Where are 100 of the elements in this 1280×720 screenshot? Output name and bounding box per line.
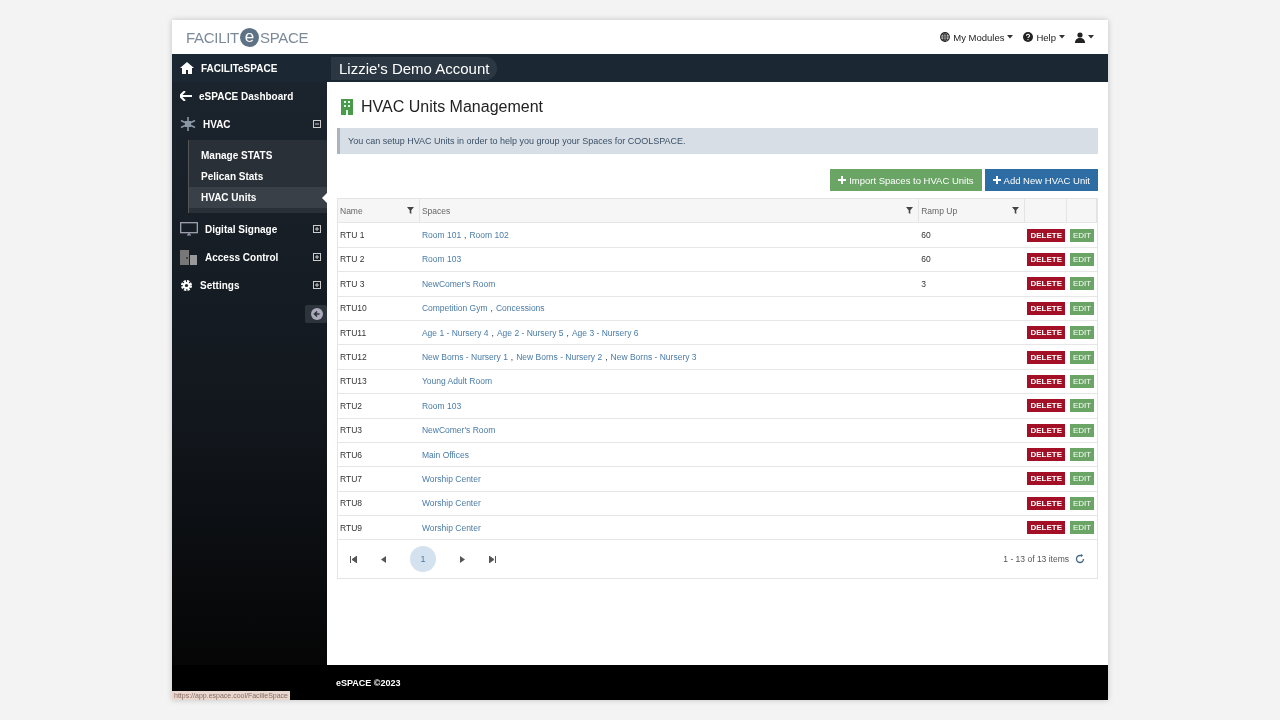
edit-button[interactable]: EDIT: [1069, 252, 1095, 266]
space-link[interactable]: Age 2 - Nursery 5: [496, 327, 564, 338]
table-cell: RTU9: [340, 522, 363, 533]
space-link[interactable]: New Borns - Nursery 1: [421, 352, 508, 363]
space-link[interactable]: Main Offices: [421, 449, 469, 460]
edit-button[interactable]: EDIT: [1069, 521, 1095, 535]
space-link[interactable]: Young Adult Room: [421, 376, 492, 387]
space-link[interactable]: Competition Gym: [421, 303, 488, 314]
edit-button[interactable]: EDIT: [1069, 374, 1095, 388]
collapse-sidebar-icon[interactable]: [305, 305, 327, 323]
delete-button[interactable]: DELETE: [1027, 521, 1066, 535]
collapse-icon[interactable]: [313, 120, 321, 128]
space-link[interactable]: Worship Center: [421, 522, 481, 533]
caret-icon: [1088, 35, 1094, 39]
filter-icon[interactable]: [1012, 207, 1020, 215]
caret-icon: [1007, 35, 1014, 39]
space-link[interactable]: NewComer's Room: [421, 278, 496, 289]
delete-button[interactable]: DELETE: [1027, 423, 1066, 437]
delete-button[interactable]: DELETE: [1027, 326, 1066, 340]
column-header[interactable]: Spaces: [421, 205, 451, 216]
submenu-item[interactable]: Manage STATS: [189, 145, 327, 166]
page-button[interactable]: 1: [410, 546, 436, 573]
sidebar-header[interactable]: FACILITeSPACE: [172, 54, 327, 82]
last-page-icon[interactable]: [489, 555, 496, 563]
separator: ,: [464, 230, 467, 241]
first-page-icon[interactable]: [350, 555, 357, 563]
user-icon: [1075, 31, 1085, 43]
delete-button[interactable]: DELETE: [1027, 399, 1066, 413]
table-cell: RTU11: [340, 327, 367, 338]
edit-button[interactable]: EDIT: [1069, 350, 1095, 364]
action-button[interactable]: Import Spaces to HVAC Units: [830, 169, 982, 191]
delete-button[interactable]: DELETE: [1027, 472, 1066, 486]
nav-menu[interactable]: Help: [1023, 31, 1065, 43]
space-link[interactable]: Room 101: [421, 230, 462, 241]
user-menu[interactable]: [1075, 31, 1094, 43]
monitor-icon: [180, 222, 198, 236]
edit-button[interactable]: EDIT: [1069, 228, 1095, 242]
edit-button[interactable]: EDIT: [1069, 423, 1095, 437]
column-header[interactable]: Name: [340, 205, 363, 216]
delete-button[interactable]: DELETE: [1027, 252, 1066, 266]
space-link[interactable]: New Borns - Nursery 3: [610, 352, 697, 363]
nav-menu[interactable]: My Modules: [940, 31, 1014, 43]
edit-button[interactable]: EDIT: [1069, 399, 1095, 413]
submenu-item[interactable]: Pelican Stats: [189, 166, 327, 187]
space-link[interactable]: Concessions: [495, 303, 545, 314]
submenu-item[interactable]: HVAC Units: [189, 187, 327, 208]
account-title: Lizzie's Demo Account: [331, 56, 498, 80]
caret-icon: [1059, 35, 1065, 39]
table-cell: 60: [921, 230, 931, 241]
settings-icon: [180, 278, 193, 292]
table-cell: RTU12: [340, 352, 367, 363]
table-cell: RTU2: [340, 400, 363, 411]
sidebar-item[interactable]: Settings: [172, 271, 327, 299]
table-cell: RTU 2: [340, 254, 365, 265]
action-button[interactable]: Add New HVAC Unit: [984, 169, 1098, 191]
space-link[interactable]: Room 103: [421, 254, 462, 265]
edit-button[interactable]: EDIT: [1069, 496, 1095, 510]
sidebar-item[interactable]: Digital Signage: [172, 215, 327, 243]
edit-button[interactable]: EDIT: [1069, 448, 1095, 462]
table-cell: RTU10: [340, 303, 367, 314]
previous-page-icon[interactable]: [381, 555, 386, 563]
space-link[interactable]: Age 3 - Nursery 6: [571, 327, 639, 338]
delete-button[interactable]: DELETE: [1027, 277, 1066, 291]
plus-icon: [992, 176, 1001, 184]
delete-button[interactable]: DELETE: [1027, 374, 1066, 388]
delete-button[interactable]: DELETE: [1027, 301, 1066, 315]
sidebar-item[interactable]: eSPACE Dashboard: [172, 82, 327, 110]
pager-info: 1 - 13 of 13 items: [1003, 554, 1069, 565]
info-alert: You can setup HVAC Units in order to help you group your Spaces for COOLSPACE.: [337, 128, 1098, 154]
filter-icon[interactable]: [906, 207, 914, 215]
delete-button[interactable]: DELETE: [1027, 448, 1066, 462]
next-page-icon[interactable]: [460, 555, 465, 563]
space-link[interactable]: Worship Center: [421, 498, 481, 509]
delete-button[interactable]: DELETE: [1027, 228, 1066, 242]
edit-button[interactable]: EDIT: [1069, 472, 1095, 486]
refresh-icon[interactable]: [1075, 554, 1085, 565]
table-cell: RTU13: [340, 376, 367, 387]
edit-button[interactable]: EDIT: [1069, 277, 1095, 291]
filter-icon[interactable]: [406, 207, 414, 215]
edit-button[interactable]: EDIT: [1069, 301, 1095, 315]
space-link[interactable]: Worship Center: [421, 474, 481, 484]
space-link[interactable]: New Borns - Nursery 2: [516, 352, 603, 363]
delete-button[interactable]: DELETE: [1027, 350, 1066, 364]
space-link[interactable]: NewComer's Room: [421, 425, 496, 436]
sidebar-item[interactable]: Access Control: [172, 243, 327, 271]
table-cell: 3: [921, 278, 926, 289]
table-cell: RTU3: [340, 425, 363, 436]
space-link[interactable]: Room 103: [421, 400, 462, 411]
expand-icon[interactable]: [313, 281, 321, 289]
logo[interactable]: FACILIT e SPACE: [186, 27, 309, 47]
delete-button[interactable]: DELETE: [1027, 496, 1066, 510]
expand-icon[interactable]: [313, 253, 321, 261]
expand-icon[interactable]: [313, 225, 321, 233]
globe-icon: [940, 32, 951, 42]
space-link[interactable]: Room 102: [469, 230, 509, 241]
column-header[interactable]: Ramp Up: [921, 205, 958, 216]
edit-button[interactable]: EDIT: [1069, 326, 1095, 340]
sidebar-item[interactable]: HVAC: [172, 110, 327, 138]
space-link[interactable]: Age 1 - Nursery 4: [421, 327, 489, 338]
separator: ,: [566, 327, 569, 338]
